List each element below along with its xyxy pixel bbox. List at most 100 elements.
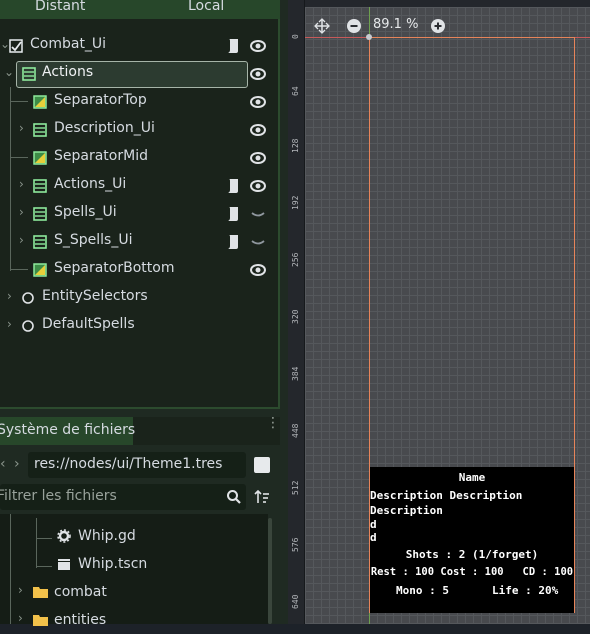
folder-icon xyxy=(33,615,48,626)
eye-closed-icon[interactable] xyxy=(250,206,266,222)
filter-input[interactable]: Filtrer les fichiers xyxy=(0,484,246,510)
tree-item-description-ui[interactable]: › Description_Ui xyxy=(0,116,276,144)
folder-label: entities xyxy=(54,612,107,628)
folder-icon xyxy=(33,587,48,598)
tree-item-separatortop[interactable]: SeparatorTop xyxy=(0,88,276,116)
gear-icon xyxy=(57,529,71,543)
vbox-icon xyxy=(33,123,47,137)
tree-item-label: EntitySelectors xyxy=(42,288,148,304)
eye-icon[interactable] xyxy=(250,178,266,194)
tree-item-s-spells-ui[interactable]: › S_Spells_Ui xyxy=(0,228,276,256)
zoom-in-icon[interactable] xyxy=(430,18,446,34)
ruler-label: 384 xyxy=(291,366,300,381)
ruler-label: 640 xyxy=(291,594,300,609)
ruler-label: 576 xyxy=(291,537,300,552)
texture-rect-icon xyxy=(33,263,47,277)
ruler-horizontal xyxy=(304,0,590,7)
ruler-label: 192 xyxy=(291,195,300,210)
tree-item-label: S_Spells_Ui xyxy=(54,232,133,248)
tree-item-defaultspells[interactable]: › DefaultSpells xyxy=(0,312,276,340)
tab-filesystem[interactable]: Système de fichiers xyxy=(0,417,136,445)
control-icon xyxy=(9,39,23,53)
script-icon[interactable] xyxy=(226,234,240,250)
preview-mono: Mono : 5 xyxy=(396,584,449,597)
pivot-handle[interactable] xyxy=(366,34,372,40)
tree-item-label: Description_Ui xyxy=(54,120,155,136)
preview-name: Name xyxy=(458,471,486,484)
tree-item-spells-ui[interactable]: › Spells_Ui xyxy=(0,200,276,228)
chevron-right-icon[interactable]: › xyxy=(19,205,24,219)
vbox-icon xyxy=(33,235,47,249)
path-field[interactable]: res://nodes/ui/Theme1.tres xyxy=(28,452,246,478)
preview-rest-cost: Rest : 100 Cost : 100 CD : 100 xyxy=(370,566,574,578)
chevron-right-icon[interactable]: › xyxy=(19,233,24,247)
chevron-down-icon[interactable]: ⌄ xyxy=(4,65,14,79)
chevron-right-icon[interactable]: › xyxy=(7,317,12,331)
action-preview-panel: Name Description Description Description… xyxy=(370,467,574,613)
sort-icon[interactable] xyxy=(254,489,270,505)
folder-label: combat xyxy=(54,584,107,600)
tree-item-separatorbottom[interactable]: SeparatorBottom xyxy=(0,256,276,284)
tree-item-separatormid[interactable]: SeparatorMid xyxy=(0,144,276,172)
eye-icon[interactable] xyxy=(250,38,266,54)
file-item-whip-gd[interactable]: Whip.gd xyxy=(0,522,268,550)
eye-icon[interactable] xyxy=(250,150,266,166)
tree-item-label: Spells_Ui xyxy=(54,204,117,220)
viewport-2d[interactable]: 0 64 128 192 256 320 384 448 512 576 640… xyxy=(288,0,590,624)
tree-item-combat-ui[interactable]: ⌄ Combat_Ui xyxy=(0,32,276,60)
tree-item-label: SeparatorBottom xyxy=(54,260,175,276)
chevron-right-icon[interactable]: › xyxy=(18,611,23,625)
clapperboard-icon xyxy=(58,559,70,570)
ruler-label: 320 xyxy=(291,309,300,324)
split-view-icon[interactable] xyxy=(254,457,270,473)
chevron-right-icon[interactable]: › xyxy=(18,583,23,597)
tree-item-entityselectors[interactable]: › EntitySelectors xyxy=(0,284,276,312)
chevron-right-icon[interactable]: › xyxy=(7,289,12,303)
forward-icon[interactable]: › xyxy=(14,456,20,472)
file-list-scrollbar[interactable] xyxy=(268,518,272,624)
ruler-label: 256 xyxy=(291,252,300,267)
filter-placeholder: Filtrer les fichiers xyxy=(0,488,117,504)
texture-rect-icon xyxy=(33,95,47,109)
ruler-label: 64 xyxy=(291,86,300,96)
file-item-whip-tscn[interactable]: Whip.tscn xyxy=(0,550,268,578)
ruler-label: 512 xyxy=(291,480,300,495)
file-label: Whip.tscn xyxy=(78,556,148,572)
preview-description: Description xyxy=(370,504,443,517)
eye-icon[interactable] xyxy=(250,122,266,138)
chevron-right-icon[interactable]: › xyxy=(19,121,24,135)
file-label: Whip.gd xyxy=(78,528,136,544)
tree-item-actions-ui[interactable]: › Actions_Ui xyxy=(0,172,276,200)
tab-local[interactable]: Local xyxy=(188,0,224,14)
tab-label: Système de fichiers xyxy=(0,422,136,438)
more-options-icon[interactable]: ⋮ xyxy=(266,416,280,430)
search-icon xyxy=(227,490,241,504)
center-view-icon[interactable] xyxy=(314,18,330,34)
script-icon[interactable] xyxy=(226,206,240,222)
node-icon xyxy=(22,292,34,304)
scene-tabs: Distant Local xyxy=(0,0,280,19)
eye-closed-icon[interactable] xyxy=(250,234,266,250)
folder-item-combat[interactable]: › combat xyxy=(0,578,268,606)
vbox-icon xyxy=(33,179,47,193)
eye-icon[interactable] xyxy=(250,66,266,82)
zoom-out-icon[interactable] xyxy=(346,18,362,34)
eye-icon[interactable] xyxy=(250,94,266,110)
preview-description: d xyxy=(370,531,377,544)
ruler-label: 448 xyxy=(291,423,300,438)
back-icon[interactable]: ‹ xyxy=(0,456,6,472)
chevron-right-icon[interactable]: › xyxy=(19,177,24,191)
eye-icon[interactable] xyxy=(250,262,266,278)
vbox-icon xyxy=(22,67,36,81)
preview-life: Life : 20% xyxy=(492,584,559,597)
ruler-label: 0 xyxy=(291,34,300,39)
tree-item-actions[interactable]: ⌄ Actions xyxy=(0,60,276,88)
folder-item-entities[interactable]: › entities xyxy=(0,606,268,634)
ruler-vertical: 0 64 128 192 256 320 384 448 512 576 640 xyxy=(288,0,305,624)
zoom-level[interactable]: 89.1 % xyxy=(373,17,418,32)
tree-item-label: SeparatorTop xyxy=(54,92,147,108)
script-icon[interactable] xyxy=(226,38,240,54)
tree-item-label: Actions xyxy=(42,64,94,80)
script-icon[interactable] xyxy=(226,178,240,194)
tab-distant[interactable]: Distant xyxy=(35,0,85,14)
